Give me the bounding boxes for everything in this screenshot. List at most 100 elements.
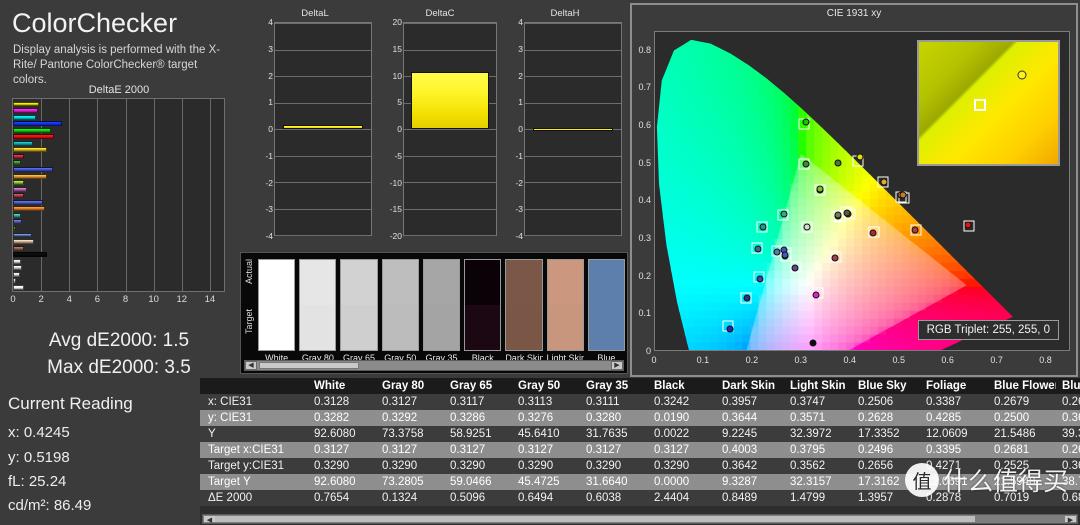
table-cell: 0.5096	[444, 490, 512, 506]
table-cell: 0.2681	[988, 442, 1056, 458]
delta-gridline	[404, 129, 496, 130]
table-scroll-left-arrow[interactable]: ◀	[204, 516, 215, 524]
swatch-item[interactable]: Gray 65	[340, 259, 378, 371]
table-cell: 0.3395	[920, 442, 988, 458]
cie-x-tick: 0.1	[696, 355, 710, 365]
delta-y-tick: 4	[268, 17, 273, 27]
table-cell: 0.3616	[1056, 458, 1080, 474]
cie-y-tick: 0.7	[638, 82, 651, 93]
table-cell: 0.3242	[648, 394, 716, 410]
cie-y-tick: 0	[645, 346, 651, 356]
cie-measured-marker	[773, 248, 781, 256]
swatch-item[interactable]: White	[258, 259, 296, 371]
swatch-scroll-thumb[interactable]	[259, 362, 359, 369]
table-cell: 0.3276	[512, 410, 580, 426]
table-cell: 31.6640	[580, 474, 648, 490]
deltac-y-ticks: 20 15 10 5 0 -5 -10 -15 -20	[379, 17, 403, 241]
swatch-target	[547, 305, 583, 350]
deltae-bar	[13, 232, 32, 238]
table-row-label: ΔE 2000	[200, 490, 308, 506]
deltah-plot-area	[524, 22, 622, 236]
table-row: y: CIE31 0.3282 0.3292 0.3286 0.3276 0.3280 0.…	[200, 410, 1080, 426]
table-scrollbar[interactable]: ◀ ▶	[202, 514, 1078, 524]
swatch-item[interactable]: Gray 35	[422, 259, 461, 371]
swatch-target	[506, 305, 542, 350]
deltac-chart: DeltaC 20 15 10 5 0 -5 -10 -15 -20	[381, 8, 499, 248]
deltae-x-tick: 14	[204, 294, 216, 305]
swatch-actual	[506, 260, 542, 305]
deltae-bar	[13, 278, 16, 284]
delta-gridline	[275, 76, 371, 77]
max-de2000: Max dE2000: 3.5	[47, 357, 191, 378]
deltae-bar	[13, 114, 36, 120]
cie-y-tick: 0.4	[638, 195, 651, 206]
table-row: ΔE 2000 0.7654 0.1324 0.5096 0.6494 0.6038 2.4…	[200, 490, 1080, 506]
table-cell: 0.3128	[308, 394, 376, 410]
table-cell: 0.2679	[988, 394, 1056, 410]
table-cell: 0.2628	[852, 410, 920, 426]
delta-y-tick: 5	[397, 97, 402, 108]
swatch-item[interactable]: Black	[464, 259, 502, 371]
swatch-scroll-left-arrow[interactable]: ◀	[245, 361, 257, 370]
cie-measured-marker	[812, 291, 820, 299]
delta-y-tick: 3	[268, 43, 273, 54]
table-scroll-right-arrow[interactable]: ▶	[1065, 516, 1076, 524]
table-cell: 12.0691	[920, 474, 988, 490]
cie-y-tick: 0.1	[638, 308, 651, 319]
deltae-x-tick: 2	[38, 294, 44, 305]
deltac-gridlines	[404, 23, 496, 236]
swatch-item[interactable]: Gray 50	[381, 259, 419, 371]
deltae-bar	[13, 127, 51, 133]
table-cell: 1.3957	[852, 490, 920, 506]
table-cell: 58.9251	[444, 426, 512, 442]
table-header-row: White Gray 80 Gray 65 Gray 50 Gray 35 Black Da…	[200, 378, 1080, 394]
cie-y-tick: 0.2	[638, 270, 651, 281]
deltae-bar	[13, 212, 22, 218]
table-column-header: White	[308, 378, 376, 394]
current-reading-y: y: 0.5198	[8, 449, 70, 466]
table-cell: 0.0190	[648, 410, 716, 426]
table-cell: 38.7778	[1056, 474, 1080, 490]
table-column-header: Gray 80	[376, 378, 444, 394]
current-reading-title: Current Reading	[8, 394, 133, 413]
delta-y-tick: 0	[518, 124, 523, 134]
swatch-item[interactable]: Light Skin	[546, 259, 584, 371]
table-cell: 0.7019	[988, 490, 1056, 506]
table-cell: 0.3290	[648, 458, 716, 474]
table-cell: 21.5948	[988, 474, 1056, 490]
table-cell: 0.3562	[784, 458, 852, 474]
deltae-bar	[13, 147, 47, 153]
delta-gridline	[525, 235, 621, 236]
delta-y-tick: 0	[397, 124, 402, 134]
deltae-bar	[13, 140, 34, 146]
delta-y-tick: 2	[518, 70, 523, 81]
table-scroll-thumb[interactable]	[215, 516, 975, 522]
deltae-bar	[13, 193, 25, 199]
deltae-bar	[13, 134, 55, 140]
swatch-item[interactable]: Dark Skin	[505, 259, 543, 371]
swatch-item[interactable]: Blue	[587, 259, 625, 371]
cie-y-tick: 0.8	[638, 44, 651, 55]
table-cell: 0.3127	[580, 442, 648, 458]
swatch-item[interactable]: Gray 80	[299, 259, 337, 371]
delta-gridline	[404, 182, 496, 183]
swatch-actual	[382, 260, 418, 305]
swatch-target	[300, 305, 336, 350]
deltae-bar	[13, 206, 45, 212]
table-cell: 0.3387	[920, 394, 988, 410]
delta-gridline	[404, 49, 496, 51]
delta-gridline	[525, 182, 621, 183]
deltal-gridlines	[275, 23, 371, 236]
table-cell: 0.3286	[444, 410, 512, 426]
table-cell: 0.2500	[988, 410, 1056, 426]
cie-inset-measured-marker	[1017, 70, 1027, 80]
cie-measured-marker	[756, 275, 764, 283]
swatch-scrollbar[interactable]: ◀ ▶	[244, 360, 624, 371]
table-row: Y 92.6080 73.3758 58.9251 45.6410 31.7635 0.00…	[200, 426, 1080, 442]
delta-y-tick: -15	[389, 204, 402, 215]
table-cell: 0.3127	[512, 442, 580, 458]
swatch-pair	[546, 259, 584, 351]
cie-measured-marker	[726, 325, 734, 333]
delta-y-tick: 3	[518, 43, 523, 54]
swatch-scroll-right-arrow[interactable]: ▶	[611, 361, 623, 370]
